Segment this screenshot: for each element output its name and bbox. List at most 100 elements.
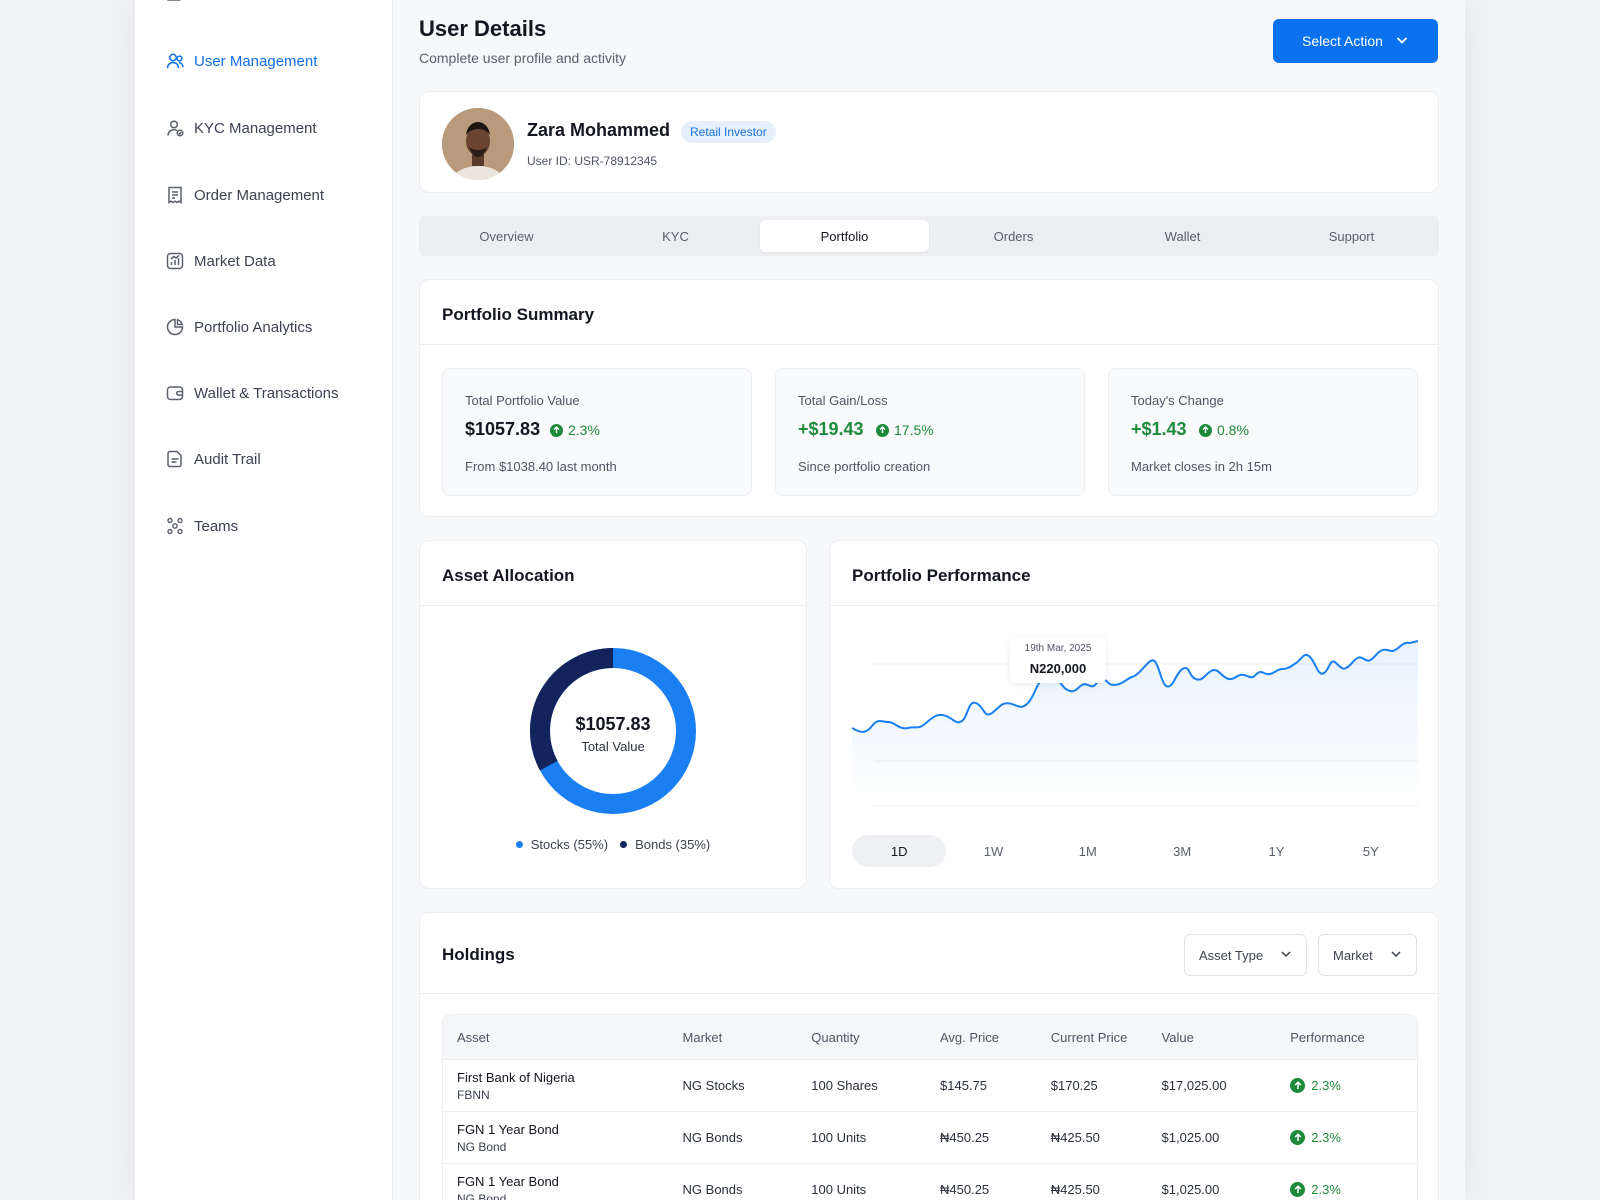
stat-label: Total Gain/Loss: [798, 393, 888, 408]
sidebar-item-label: User Management: [194, 52, 318, 70]
sidebar-item-wallet-transactions[interactable]: Wallet & Transactions: [165, 379, 339, 407]
range-5y[interactable]: 5Y: [1324, 835, 1418, 867]
performance-value: 2.3%: [1311, 1130, 1341, 1145]
column-header: Current Price: [1050, 1029, 1128, 1045]
stat-note: Market closes in 2h 15m: [1131, 459, 1272, 474]
arrow-up-icon: [1290, 1182, 1306, 1197]
value-cell: $17,025.00: [1161, 1078, 1227, 1093]
asset-cell: FGN 1 Year Bond NG Bond: [443, 1122, 683, 1154]
market-filter[interactable]: Market: [1318, 934, 1417, 976]
sidebar-item-label: Audit Trail: [194, 450, 261, 468]
users-icon: [165, 51, 185, 71]
filter-label: Market: [1333, 947, 1373, 963]
performance-cell: 2.3%: [1290, 1130, 1417, 1145]
receipt-icon: [165, 185, 185, 205]
stat-label: Today's Change: [1131, 393, 1224, 408]
sidebar-partial-item: [165, 0, 265, 4]
table-row[interactable]: First Bank of Nigeria FBNN NG Stocks 100…: [443, 1059, 1417, 1111]
chevron-down-icon: [1390, 948, 1402, 963]
section-title: Portfolio Summary: [442, 305, 595, 324]
portfolio-summary-card: Portfolio Summary Total Portfolio Value …: [419, 279, 1439, 517]
avg-price-cell: $145.75: [940, 1078, 987, 1093]
sidebar-item-kyc-management[interactable]: KYC Management: [165, 114, 317, 142]
team-icon: [165, 516, 185, 536]
range-1d[interactable]: 1D: [852, 835, 947, 867]
divider: [420, 344, 1438, 345]
range-1y[interactable]: 1Y: [1229, 835, 1323, 867]
market-cell: NG Bonds: [682, 1130, 743, 1145]
chart-icon: [165, 251, 185, 271]
divider: [830, 605, 1438, 606]
holdings-card: Holdings Asset Type Market Asset Market …: [419, 912, 1439, 1200]
donut-center-value: $1057.83: [575, 714, 651, 734]
stat-card-total-value: Total Portfolio Value $1057.83 2.3% From…: [442, 368, 752, 496]
stat-change: 2.3%: [550, 422, 600, 438]
asset-name: FGN 1 Year Bond: [457, 1121, 559, 1137]
asset-cell: First Bank of Nigeria FBNN: [443, 1070, 683, 1102]
legend-dot: [620, 841, 628, 848]
select-action-button[interactable]: Select Action: [1273, 19, 1438, 63]
chevron-down-icon: [1280, 948, 1292, 963]
divider: [420, 605, 806, 606]
section-title: Holdings: [442, 945, 515, 964]
table-header: Asset Market Quantity Avg. Price Current…: [443, 1015, 1417, 1059]
avatar: [442, 108, 514, 180]
asset-type-filter[interactable]: Asset Type: [1184, 934, 1307, 976]
market-cell: NG Bonds: [682, 1182, 743, 1197]
tooltip-value: N220,000: [1029, 661, 1087, 676]
filter-label: Asset Type: [1199, 947, 1264, 963]
sidebar-item-audit-trail[interactable]: Audit Trail: [165, 445, 261, 473]
page-subtitle: Complete user profile and activity: [419, 50, 626, 66]
sidebar-item-label: Order Management: [194, 186, 325, 204]
quantity-cell: 100 Shares: [811, 1078, 878, 1093]
tab-orders[interactable]: Orders: [929, 220, 1098, 252]
sidebar-item-market-data[interactable]: Market Data: [165, 247, 276, 275]
stat-card-gain-loss: Total Gain/Loss +$19.43 17.5% Since port…: [775, 368, 1085, 496]
asset-code: NG Bond: [457, 1139, 507, 1154]
sidebar-item-label: Market Data: [194, 252, 276, 270]
tab-portfolio[interactable]: Portfolio: [760, 220, 929, 252]
asset-cell: FGN 1 Year Bond NG Bond: [443, 1174, 683, 1200]
donut-center-label: Total Value: [581, 739, 645, 754]
tab-bar: Overview KYC Portfolio Orders Wallet Sup…: [419, 216, 1439, 256]
table-row[interactable]: FGN 1 Year Bond NG Bond NG Bonds 100 Uni…: [443, 1163, 1417, 1200]
stat-change: 17.5%: [876, 422, 934, 438]
role-badge: Retail Investor: [681, 121, 776, 143]
performance-line-chart: [852, 640, 1418, 807]
section-title: Portfolio Performance: [852, 566, 1031, 585]
tab-support[interactable]: Support: [1267, 220, 1436, 252]
chevron-down-icon: [1395, 33, 1409, 50]
legend-item-bonds: Bonds (35%): [620, 837, 710, 852]
range-1w[interactable]: 1W: [946, 835, 1040, 867]
column-header: Quantity: [811, 1029, 860, 1045]
stat-value: $1057.83: [465, 419, 541, 439]
current-price-cell: ₦425.50: [1050, 1130, 1100, 1145]
performance-cell: 2.3%: [1290, 1078, 1417, 1093]
tab-overview[interactable]: Overview: [422, 220, 591, 252]
stat-card-todays-change: Today's Change +$1.43 0.8% Market closes…: [1108, 368, 1418, 496]
tab-wallet[interactable]: Wallet: [1098, 220, 1267, 252]
sidebar-item-portfolio-analytics[interactable]: Portfolio Analytics: [165, 313, 312, 341]
performance-area: [852, 641, 1418, 806]
sidebar-item-order-management[interactable]: Order Management: [165, 181, 324, 209]
donut-chart: $1057.83 Total Value: [528, 646, 698, 816]
range-3m[interactable]: 3M: [1135, 835, 1229, 867]
time-range-selector: 1D 1W 1M 3M 1Y 5Y: [852, 835, 1418, 867]
stat-label: Total Portfolio Value: [465, 393, 580, 408]
tab-kyc[interactable]: KYC: [591, 220, 760, 252]
chart-tooltip: 19th Mar, 2025 N220,000: [1010, 637, 1106, 683]
sidebar-item-teams[interactable]: Teams: [165, 512, 238, 540]
column-header: Avg. Price: [940, 1029, 1000, 1045]
user-id: User ID: USR-78912345: [527, 154, 658, 168]
range-1m[interactable]: 1M: [1041, 835, 1135, 867]
table-row[interactable]: FGN 1 Year Bond NG Bond NG Bonds 100 Uni…: [443, 1111, 1417, 1163]
portfolio-performance-card: Portfolio Performance 19th Mar, 2025 N22…: [829, 540, 1439, 889]
avg-price-cell: ₦450.25: [940, 1182, 990, 1197]
value-cell: $1,025.00: [1161, 1130, 1220, 1145]
chart-legend: Stocks (55%) Bonds (35%): [420, 837, 806, 852]
value-cell: $1,025.00: [1161, 1182, 1220, 1197]
sidebar-item-user-management[interactable]: User Management: [165, 47, 317, 75]
performance-value: 2.3%: [1311, 1182, 1341, 1197]
asset-name: FGN 1 Year Bond: [457, 1173, 559, 1189]
sidebar-item-label: Wallet & Transactions: [194, 384, 339, 402]
